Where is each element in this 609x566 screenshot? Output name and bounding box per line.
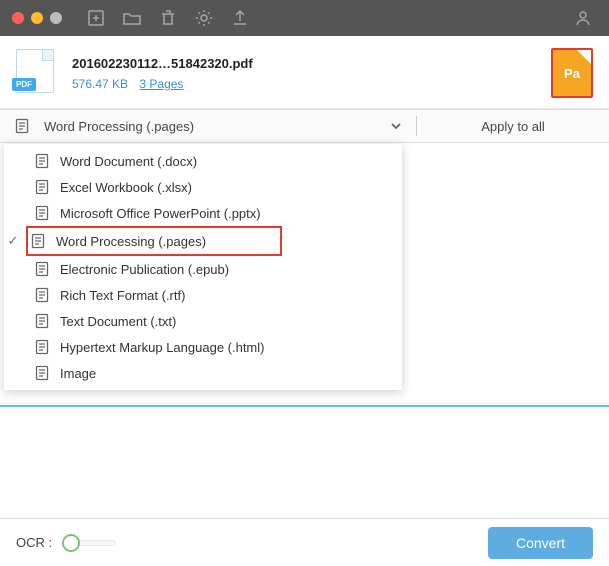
menu-item-txt[interactable]: Text Document (.txt) xyxy=(4,308,402,334)
output-format-icon: Pa xyxy=(551,48,593,98)
minimize-window[interactable] xyxy=(31,12,43,24)
trash-icon[interactable] xyxy=(158,8,178,28)
ocr-label: OCR : xyxy=(16,535,52,550)
add-file-icon[interactable] xyxy=(86,8,106,28)
chevron-down-icon xyxy=(390,120,402,132)
file-name: 201602230112…51842320.pdf xyxy=(72,56,535,71)
format-dropdown-menu: Word Document (.docx) Excel Workbook (.x… xyxy=(4,144,402,390)
pdf-icon: PDF xyxy=(16,49,56,97)
menu-label: Electronic Publication (.epub) xyxy=(60,262,229,277)
document-icon xyxy=(34,287,50,303)
convert-button[interactable]: Convert xyxy=(488,527,593,559)
document-icon xyxy=(34,179,50,195)
menu-item-xlsx[interactable]: Excel Workbook (.xlsx) xyxy=(4,174,402,200)
format-badge-label: Pa xyxy=(564,66,580,81)
check-icon: ✓ xyxy=(8,233,19,249)
menu-label: Microsoft Office PowerPoint (.pptx) xyxy=(60,206,261,221)
pages-link[interactable]: 3 Pages xyxy=(139,77,183,91)
menu-label: Text Document (.txt) xyxy=(60,314,176,329)
document-icon xyxy=(34,339,50,355)
file-info: 201602230112…51842320.pdf 576.47 KB 3 Pa… xyxy=(72,56,535,91)
document-icon xyxy=(30,233,46,249)
document-icon xyxy=(34,153,50,169)
menu-item-pptx[interactable]: Microsoft Office PowerPoint (.pptx) xyxy=(4,200,402,226)
titlebar xyxy=(0,0,609,36)
bottom-bar: OCR : Convert xyxy=(0,518,609,566)
menu-label: Image xyxy=(60,366,96,381)
maximize-window[interactable] xyxy=(50,12,62,24)
menu-label: Word Processing (.pages) xyxy=(56,234,206,249)
separator-line xyxy=(0,405,609,407)
window-controls xyxy=(12,12,62,24)
file-row: PDF 201602230112…51842320.pdf 576.47 KB … xyxy=(0,36,609,109)
document-icon xyxy=(34,261,50,277)
menu-item-epub[interactable]: Electronic Publication (.epub) xyxy=(4,256,402,282)
menu-item-html[interactable]: Hypertext Markup Language (.html) xyxy=(4,334,402,360)
user-icon[interactable] xyxy=(573,8,593,28)
document-icon xyxy=(14,118,30,134)
document-icon xyxy=(34,205,50,221)
close-window[interactable] xyxy=(12,12,24,24)
format-dropdown-row: Word Processing (.pages) Apply to all xyxy=(0,109,609,143)
gear-icon[interactable] xyxy=(194,8,214,28)
menu-item-pages[interactable]: Word Processing (.pages) xyxy=(26,226,282,256)
apply-to-all-button[interactable]: Apply to all xyxy=(417,119,609,134)
upload-icon[interactable] xyxy=(230,8,250,28)
document-icon xyxy=(34,313,50,329)
menu-label: Hypertext Markup Language (.html) xyxy=(60,340,264,355)
menu-label: Rich Text Format (.rtf) xyxy=(60,288,185,303)
menu-item-rtf[interactable]: Rich Text Format (.rtf) xyxy=(4,282,402,308)
menu-label: Word Document (.docx) xyxy=(60,154,197,169)
ocr-toggle[interactable] xyxy=(62,533,116,553)
menu-label: Excel Workbook (.xlsx) xyxy=(60,180,192,195)
format-dropdown[interactable]: Word Processing (.pages) xyxy=(0,110,416,142)
dropdown-selected-label: Word Processing (.pages) xyxy=(44,119,376,134)
folder-icon[interactable] xyxy=(122,8,142,28)
menu-item-image[interactable]: Image xyxy=(4,360,402,386)
document-icon xyxy=(34,365,50,381)
file-size: 576.47 KB xyxy=(72,77,128,91)
menu-item-docx[interactable]: Word Document (.docx) xyxy=(4,148,402,174)
